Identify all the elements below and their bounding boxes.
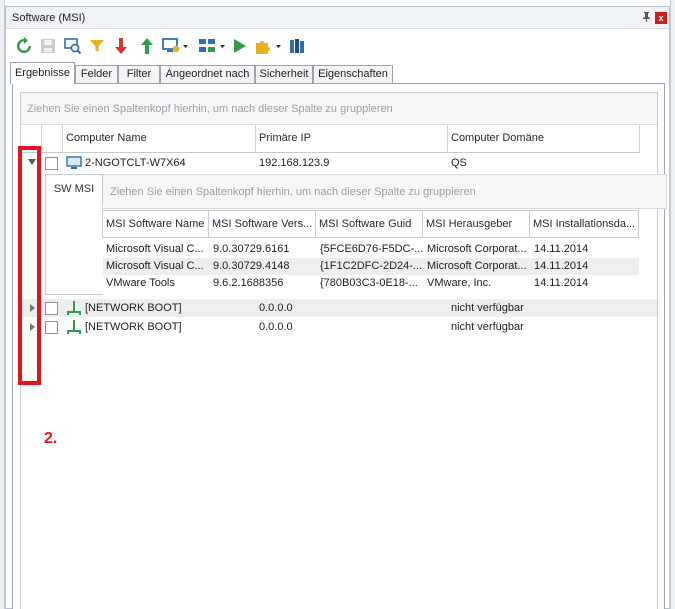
books-icon[interactable] [287,36,307,56]
cell-msi-herausgeber: Microsoft Corporat... [427,260,527,272]
cell-msi-name: Microsoft Visual C... [106,243,204,255]
group-by-panel[interactable]: Ziehen Sie einen Spaltenkopf hierhin, um… [21,93,657,125]
run-icon[interactable] [229,36,249,56]
filter-icon[interactable] [87,36,107,56]
column-header-msi-software-name[interactable]: MSI Software Name [102,210,209,238]
detail-row[interactable]: VMware Tools 9.6.2.1688356 {780B03C3-0E1… [103,275,639,292]
cell-computer-name: [NETWORK BOOT] [85,321,182,333]
column-header-msi-installationsdatum[interactable]: MSI Installationsda... [530,210,639,238]
arrow-down-icon[interactable] [111,36,131,56]
tab-sw-msi[interactable]: SW MSI [45,174,103,204]
cell-primaere-ip: 0.0.0.0 [259,321,293,333]
network-boot-icon [66,300,82,319]
table-row[interactable]: 2-NGOTCLT-W7X64 192.168.123.9 QS [21,154,657,172]
tab-angeordnet-nach[interactable]: Angeordnet nach [160,65,255,84]
cell-msi-installationsdatum: 14.11.2014 [534,243,589,255]
tab-filter[interactable]: Filter [118,65,160,84]
column-header-computer-name[interactable]: Computer Name [63,125,256,153]
tab-ergebnisse[interactable]: Ergebnisse [10,62,75,84]
computer-settings-icon[interactable] [161,36,189,56]
cell-computer-name: [NETWORK BOOT] [85,302,182,314]
network-boot-icon [66,319,82,338]
column-header-primaere-ip[interactable]: Primäre IP [256,125,448,153]
detail-view: Ziehen Sie einen Spaltenkopf hierhin, um… [45,174,667,295]
cell-computer-domaene: nicht verfügbar [451,321,524,333]
detail-row[interactable]: Microsoft Visual C... 9.0.30729.6161 {5F… [103,241,639,258]
cell-msi-herausgeber: VMware, Inc. [427,277,492,289]
results-grid: Ziehen Sie einen Spaltenkopf hierhin, um… [20,92,667,609]
toolbar [6,30,669,62]
computer-icon [66,156,82,173]
software-msi-window: Software (MSI) x Ergebnisse Felder Filte… [5,6,670,609]
row-checkbox[interactable] [45,157,58,170]
save-icon[interactable] [38,36,58,56]
detail-tab-body [45,203,103,295]
cell-msi-guid: {5FCE6D76-F5DC-... [320,243,424,255]
tab-felder[interactable]: Felder [75,65,118,84]
cell-computer-name: 2-NGOTCLT-W7X64 [85,157,186,169]
annotation-label: 2. [44,430,58,447]
tab-eigenschaften[interactable]: Eigenschaften [313,65,393,84]
tab-sicherheit[interactable]: Sicherheit [255,65,313,84]
annotation-highlight-box [18,146,41,385]
cell-computer-domaene: nicht verfügbar [451,302,524,314]
cell-msi-version: 9.0.30729.4148 [213,260,290,272]
puzzle-icon[interactable] [253,36,283,56]
table-row[interactable]: [NETWORK BOOT] 0.0.0.0 nicht verfügbar [21,299,657,317]
detail-group-by-panel[interactable]: Ziehen Sie einen Spaltenkopf hierhin, um… [102,174,667,209]
cell-msi-installationsdatum: 14.11.2014 [534,277,589,289]
group-hint: Ziehen Sie einen Spaltenkopf hierhin, um… [27,103,393,115]
column-header-msi-software-guid[interactable]: MSI Software Guid [316,210,423,238]
find-icon[interactable] [63,36,83,56]
cell-msi-name: Microsoft Visual C... [106,260,204,272]
header-checkbox[interactable] [42,125,63,153]
close-button[interactable]: x [655,12,667,24]
cell-primaere-ip: 0.0.0.0 [259,302,293,314]
cell-msi-version: 9.0.30729.6161 [213,243,290,255]
detail-group-hint: Ziehen Sie einen Spaltenkopf hierhin, um… [110,186,476,198]
column-header-msi-software-version[interactable]: MSI Software Vers... [209,210,316,238]
cell-msi-guid: {780B03C3-0E18-... [320,277,418,289]
title-bar: Software (MSI) x [6,7,669,29]
cell-msi-herausgeber: Microsoft Corporat... [427,243,527,255]
column-header-msi-herausgeber[interactable]: MSI Herausgeber [423,210,530,238]
results-panel: Ziehen Sie einen Spaltenkopf hierhin, um… [12,83,667,609]
row-checkbox[interactable] [45,302,58,315]
row-checkbox[interactable] [45,321,58,334]
cell-computer-domaene: QS [451,157,467,169]
column-header-computer-domaene[interactable]: Computer Domäne [448,125,640,153]
arrow-up-icon[interactable] [137,36,157,56]
cell-msi-name: VMware Tools [106,277,175,289]
cell-msi-guid: {1F1C2DFC-2D24-... [320,260,423,272]
cell-primaere-ip: 192.168.123.9 [259,157,330,169]
cell-msi-version: 9.6.2.1688356 [213,277,284,289]
detail-row[interactable]: Microsoft Visual C... 9.0.30729.4148 {1F… [103,258,639,275]
tab-strip: Ergebnisse Felder Filter Angeordnet nach… [6,62,669,84]
right-pane-edge [670,0,675,609]
window-title: Software (MSI) [12,12,86,24]
pin-icon[interactable] [640,11,652,24]
refresh-icon[interactable] [14,36,34,56]
table-row[interactable]: [NETWORK BOOT] 0.0.0.0 nicht verfügbar [21,318,657,336]
cell-msi-installationsdatum: 14.11.2014 [534,260,589,272]
network-icon[interactable] [196,36,226,56]
